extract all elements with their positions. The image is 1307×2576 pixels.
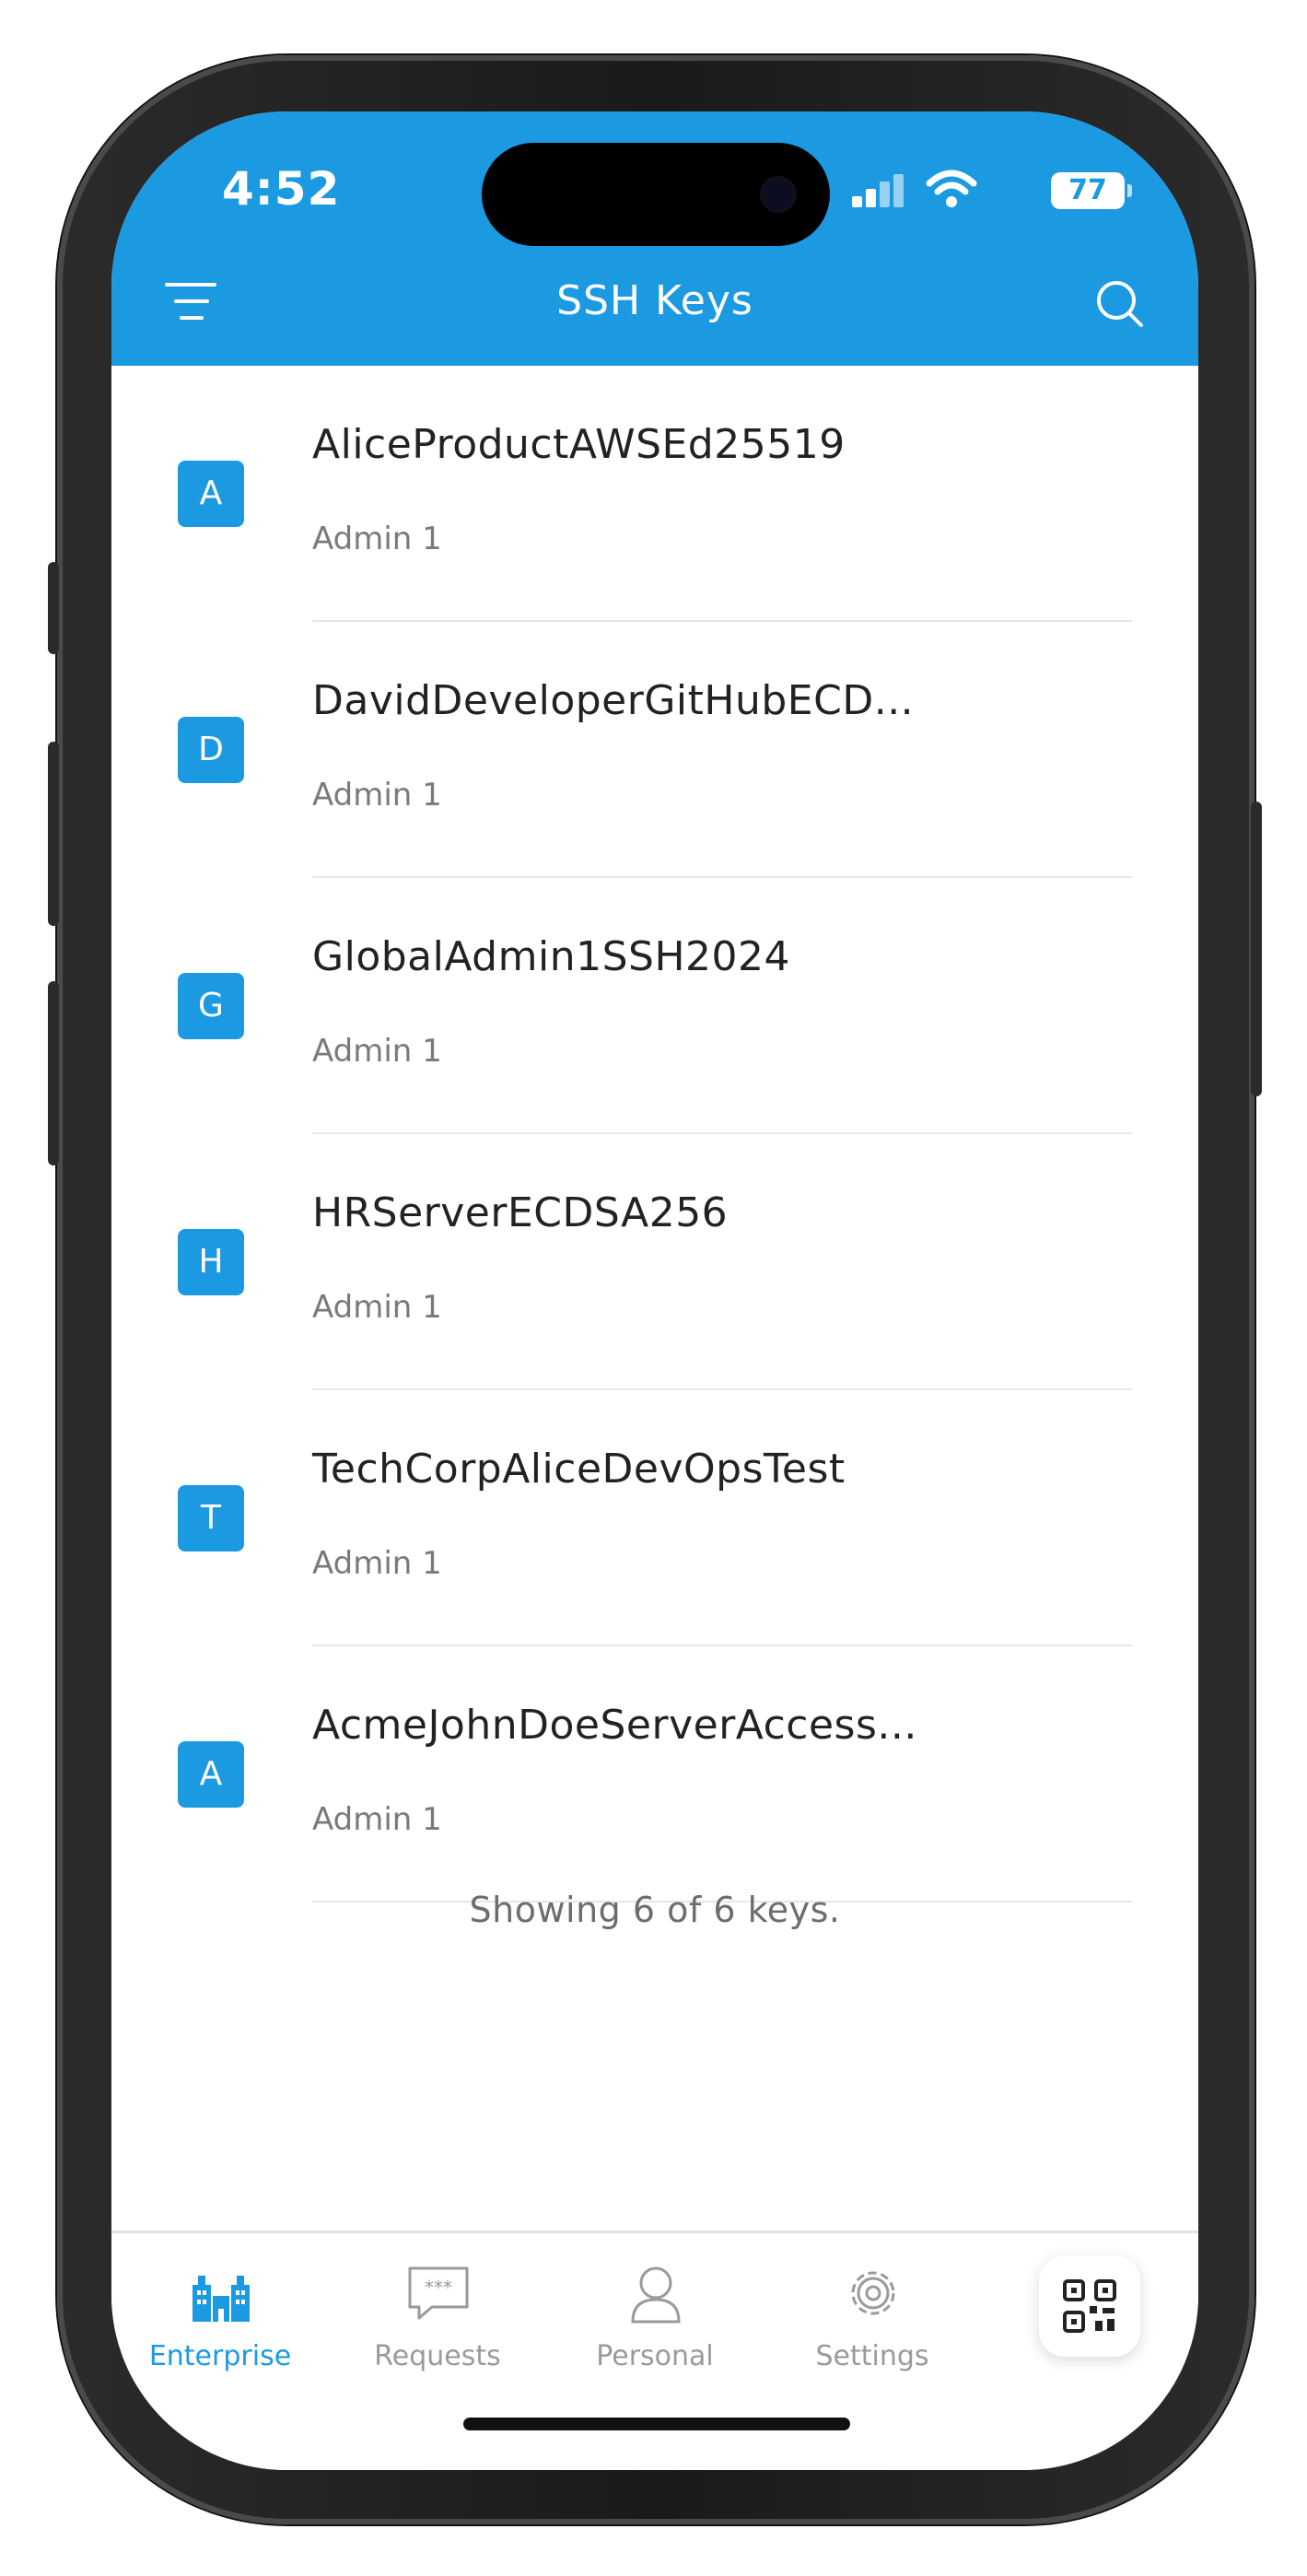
- key-name: GlobalAdmin1SSH2024: [312, 933, 791, 980]
- camera-icon: [764, 180, 793, 209]
- app-header: 4:52 77 SSH Keys: [111, 111, 1198, 366]
- tab-label: Personal: [596, 2340, 714, 2372]
- cellular-signal-icon: [852, 174, 904, 207]
- key-count-note: Showing 6 of 6 keys.: [469, 1890, 841, 1930]
- action-button: [48, 562, 59, 654]
- search-icon[interactable]: [1093, 277, 1145, 329]
- key-avatar: A: [178, 1741, 244, 1808]
- key-avatar: D: [178, 717, 244, 783]
- key-subtitle: Admin 1: [312, 1033, 442, 1070]
- tab-personal[interactable]: Personal: [546, 2233, 764, 2418]
- svg-text:***: ***: [425, 2277, 452, 2299]
- tab-label: Enterprise: [148, 2340, 292, 2372]
- key-subtitle: Admin 1: [312, 521, 442, 557]
- tab-label: Settings: [815, 2340, 929, 2372]
- key-subtitle: Admin 1: [312, 1289, 442, 1326]
- key-list-item[interactable]: D DavidDeveloperGitHubECD... Admin 1: [111, 622, 1198, 878]
- key-name: AcmeJohnDoeServerAccess...: [312, 1702, 917, 1749]
- power-button: [1251, 802, 1262, 1096]
- buildings-icon: [193, 2276, 250, 2322]
- key-name: AliceProductAWSEd25519: [312, 421, 846, 468]
- volume-up-button: [48, 742, 59, 926]
- tab-label: Requests: [374, 2340, 501, 2372]
- key-list-item[interactable]: H HRServerECDSA256 Admin 1: [111, 1134, 1198, 1390]
- ssh-key-list: A AliceProductAWSEd25519 Admin 1 D David…: [111, 366, 1198, 1903]
- person-icon: [631, 2266, 681, 2324]
- key-list-item[interactable]: T TechCorpAliceDevOpsTest Admin 1: [111, 1390, 1198, 1646]
- key-subtitle: Admin 1: [312, 1545, 442, 1582]
- key-name: TechCorpAliceDevOpsTest: [312, 1446, 846, 1493]
- qr-scan-button[interactable]: [1039, 2255, 1140, 2357]
- tab-requests[interactable]: *** Requests: [329, 2233, 546, 2418]
- bottom-tab-bar: Enterprise *** Requests Personal Setting…: [111, 2231, 1198, 2470]
- home-indicator[interactable]: [463, 2418, 850, 2430]
- status-icons: 77: [848, 169, 1132, 213]
- key-avatar: G: [178, 973, 244, 1039]
- key-subtitle: Admin 1: [312, 777, 442, 814]
- key-list-item[interactable]: G GlobalAdmin1SSH2024 Admin 1: [111, 878, 1198, 1134]
- battery-icon: 77: [1051, 172, 1132, 209]
- screen: 4:52 77 SSH Keys A AliceProductAWSEd2551…: [111, 111, 1198, 2470]
- key-avatar: T: [178, 1485, 244, 1551]
- tab-enterprise[interactable]: Enterprise: [111, 2233, 329, 2418]
- key-name: DavidDeveloperGitHubECD...: [312, 677, 915, 724]
- key-name: HRServerECDSA256: [312, 1189, 729, 1236]
- key-avatar: H: [178, 1229, 244, 1295]
- key-list-item[interactable]: A AliceProductAWSEd25519 Admin 1: [111, 366, 1198, 622]
- key-avatar: A: [178, 461, 244, 527]
- key-list-item[interactable]: A AcmeJohnDoeServerAccess... Admin 1: [111, 1646, 1198, 1903]
- volume-down-button: [48, 981, 59, 1165]
- wifi-icon: [926, 170, 977, 207]
- page-title: SSH Keys: [556, 277, 753, 324]
- gear-icon: [851, 2271, 895, 2315]
- status-time: 4:52: [222, 162, 341, 216]
- key-subtitle: Admin 1: [312, 1801, 442, 1838]
- dynamic-island: [482, 143, 830, 246]
- chat-bubble-icon: ***: [408, 2266, 469, 2320]
- qr-code-icon: [1063, 2279, 1116, 2333]
- tab-settings[interactable]: Settings: [764, 2233, 981, 2418]
